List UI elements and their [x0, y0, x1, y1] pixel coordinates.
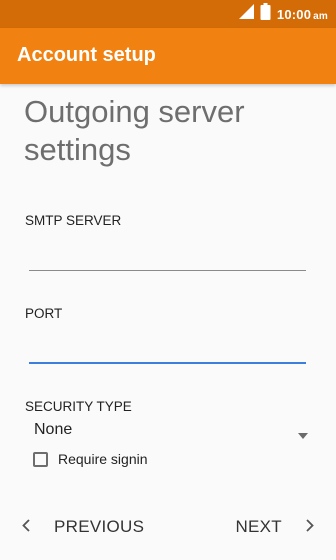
- chevron-left-icon: [22, 517, 30, 537]
- status-bar: 10:00 am: [0, 0, 336, 28]
- bottom-navigation: PREVIOUS NEXT: [0, 506, 336, 548]
- port-label: PORT: [25, 306, 63, 321]
- app-bar: Account setup: [0, 28, 336, 84]
- smtp-server-input[interactable]: [29, 242, 306, 271]
- page-title: Outgoing server settings: [24, 94, 245, 167]
- previous-label: PREVIOUS: [54, 517, 145, 536]
- security-type-label: SECURITY TYPE: [25, 399, 132, 414]
- signal-icon: [238, 4, 254, 24]
- port-input[interactable]: [29, 334, 306, 364]
- status-ampm: am: [313, 10, 328, 22]
- status-icons: 10:00 am: [238, 0, 328, 28]
- require-signin-row[interactable]: Require signin: [33, 449, 148, 469]
- smtp-server-label: SMTP SERVER: [25, 213, 122, 228]
- dropdown-arrow-icon: [298, 426, 308, 444]
- security-type-value: None: [34, 421, 73, 438]
- next-button[interactable]: NEXT: [235, 506, 314, 548]
- require-signin-label: Require signin: [58, 451, 148, 467]
- battery-icon: [260, 3, 271, 25]
- chevron-right-icon: [306, 517, 314, 537]
- status-time: 10:00 am: [277, 7, 328, 22]
- status-clock: 10:00: [276, 6, 312, 22]
- next-label: NEXT: [235, 517, 282, 536]
- security-type-select[interactable]: None: [25, 418, 311, 442]
- require-signin-checkbox[interactable]: [33, 451, 48, 467]
- app-title: Account setup: [17, 44, 156, 66]
- previous-button[interactable]: PREVIOUS: [22, 506, 144, 548]
